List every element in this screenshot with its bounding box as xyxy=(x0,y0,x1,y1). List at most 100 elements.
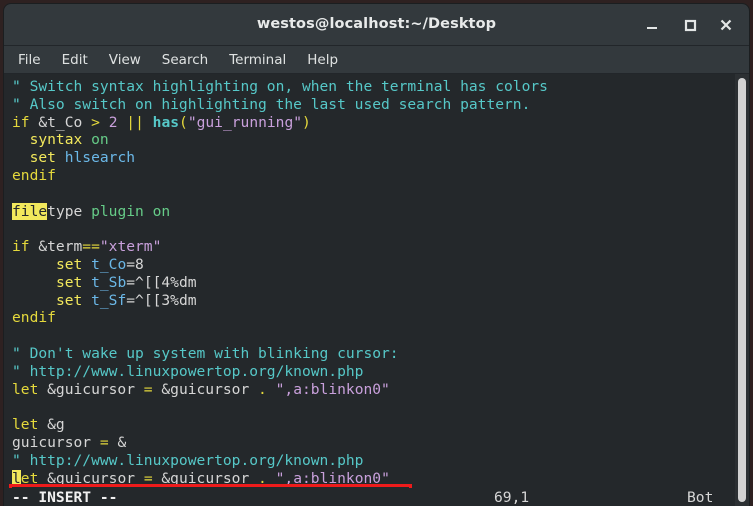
code-token-comment: " http://www.linuxpowertop.org/known.php xyxy=(12,451,364,469)
code-token-keyword: let xyxy=(12,416,39,434)
code-token-ident xyxy=(100,114,109,131)
code-line: syntax on xyxy=(12,131,729,149)
code-token-paren: ( xyxy=(179,113,188,131)
code-token-string: ",a:blinkon0" xyxy=(275,469,390,487)
code-line: " Also switch on highlighting the last u… xyxy=(12,96,729,114)
code-token-keyword: set xyxy=(55,255,83,273)
code-line: set t_Sf=^[[3%dm xyxy=(12,292,729,310)
code-token-ident: &guicursor xyxy=(152,380,259,398)
code-line: if &t_Co > 2 || has("gui_running") xyxy=(12,114,729,132)
code-token-operator: || xyxy=(126,113,144,131)
code-line: set t_Co=8 xyxy=(12,256,729,274)
menu-item-terminal[interactable]: Terminal xyxy=(229,52,286,68)
code-token-option: hlsearch xyxy=(64,149,136,167)
code-line: endif xyxy=(12,309,729,327)
code-token-keyword: endif xyxy=(12,166,56,184)
menu-item-view[interactable]: View xyxy=(109,52,141,68)
vim-text-area[interactable]: " Switch syntax highlighting on, when th… xyxy=(12,78,729,487)
code-token-ident: &term xyxy=(29,238,83,256)
code-token-ident: &t_Co xyxy=(29,113,92,131)
code-token-keyword: et xyxy=(20,469,39,487)
code-line: let &guicursor = &guicursor . ",a:blinko… xyxy=(12,469,729,488)
search-highlight: file xyxy=(12,202,48,220)
code-token-string: ",a:blinkon0" xyxy=(275,380,390,398)
code-token-ident: & xyxy=(108,433,127,451)
code-token-ident xyxy=(267,470,276,487)
code-token-operator: = xyxy=(143,469,153,487)
close-button[interactable] xyxy=(715,14,737,36)
code-line: " http://www.linuxpowertop.org/known.php xyxy=(12,452,729,470)
minimize-icon xyxy=(641,18,663,32)
code-token-ident: guicursor xyxy=(12,433,100,451)
code-token-comment: " Also switch on highlighting the last u… xyxy=(12,95,531,113)
window-titlebar[interactable]: westos@localhost:~/Desktop xyxy=(4,4,749,46)
vim-status-line: -- INSERT -- 69,1 Bot xyxy=(4,488,749,506)
code-token-option: t_Co xyxy=(91,255,127,273)
menu-item-edit[interactable]: Edit xyxy=(62,52,88,68)
code-token-paren: ) xyxy=(302,113,311,131)
code-line: let &guicursor = &guicursor . ",a:blinko… xyxy=(12,381,729,399)
code-token-value: on xyxy=(91,131,109,149)
code-token-comment: " http://www.linuxpowertop.org/known.php xyxy=(12,362,364,380)
maximize-button[interactable] xyxy=(679,14,701,36)
window-title: westos@localhost:~/Desktop xyxy=(256,16,497,32)
scrollbar-thumb[interactable] xyxy=(738,78,746,502)
code-token-option: t_Sf xyxy=(91,291,127,309)
cursor-position: 69,1 xyxy=(494,489,530,506)
code-token-option: t_Sb xyxy=(91,273,127,291)
code-token-ident: &guicursor xyxy=(38,469,144,487)
code-token-keyword: endif xyxy=(12,309,56,327)
code-token-ident: &guicursor xyxy=(152,469,259,487)
code-token-comment: " Don't wake up system with blinking cur… xyxy=(12,344,399,362)
code-token-operator: > xyxy=(91,113,100,131)
code-token-ident: &guicursor xyxy=(38,380,144,398)
code-token-keyword: set xyxy=(55,291,83,309)
code-token-keyword: if xyxy=(12,238,30,256)
code-token-comment: " Switch syntax highlighting on, when th… xyxy=(12,78,548,95)
minimize-button[interactable] xyxy=(641,14,663,36)
terminal-viewport[interactable]: " Switch syntax highlighting on, when th… xyxy=(4,74,749,506)
code-line: set t_Sb=^[[4%dm xyxy=(12,274,729,292)
code-token-ident: &g xyxy=(38,416,65,434)
terminal-window: westos@localhost:~/Desktop File Edit Vie… xyxy=(4,4,749,506)
code-token-ident: =8 xyxy=(126,255,144,273)
code-token-keyword: set xyxy=(29,149,56,167)
code-line: set hlsearch xyxy=(12,149,729,167)
code-token-ident: type xyxy=(47,202,92,220)
code-token-keyword: set xyxy=(55,273,83,291)
code-token-operator: . xyxy=(258,469,267,487)
code-token-ident xyxy=(117,114,126,131)
menu-item-search[interactable]: Search xyxy=(162,52,208,68)
code-line: " http://www.linuxpowertop.org/known.php xyxy=(12,363,729,381)
code-token-ident xyxy=(267,381,276,398)
terminal-scrollbar[interactable] xyxy=(735,74,749,506)
menu-item-file[interactable]: File xyxy=(18,52,41,68)
code-token-value: plugin on xyxy=(91,202,171,220)
close-icon xyxy=(715,18,737,32)
code-token-keyword: syntax xyxy=(29,131,83,149)
code-token-ident: =^[[3%dm xyxy=(126,291,197,309)
code-token-operator: . xyxy=(258,380,267,398)
code-token-ident xyxy=(144,114,153,131)
menu-item-help[interactable]: Help xyxy=(307,52,338,68)
code-line: " Switch syntax highlighting on, when th… xyxy=(12,78,729,96)
code-token-keyword: if xyxy=(12,113,30,131)
code-line: if &term=="xterm" xyxy=(12,238,729,256)
code-line: guicursor = & xyxy=(12,434,729,452)
code-token-operator: = xyxy=(143,380,153,398)
code-token-string: "gui_running" xyxy=(187,113,303,131)
scroll-indicator: Bot xyxy=(687,489,714,506)
maximize-icon xyxy=(679,18,701,32)
